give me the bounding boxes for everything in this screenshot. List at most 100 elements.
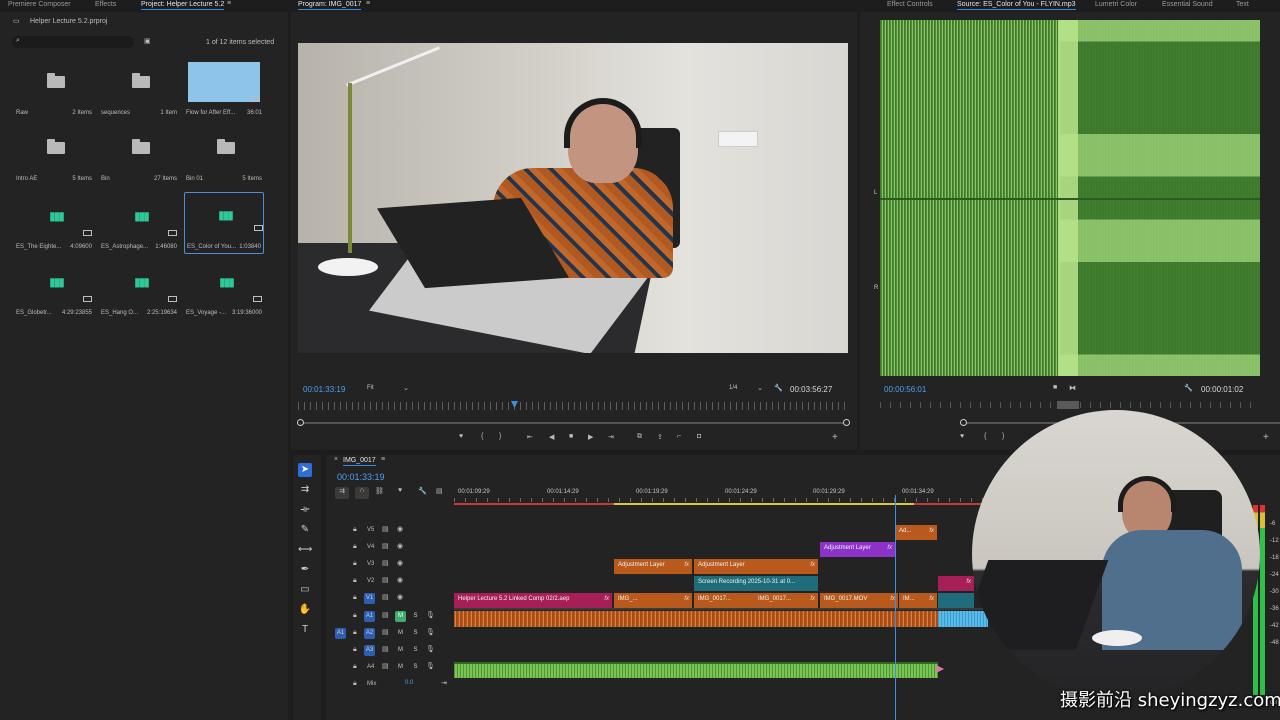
solo-button[interactable]: S [410, 628, 421, 639]
clip-v1-teal[interactable] [938, 593, 974, 608]
lock-icon[interactable]: 🔒︎ [353, 663, 357, 671]
source-timecode[interactable]: 00:00:56:01 [884, 385, 926, 394]
tab-sequence[interactable]: IMG_0017 [343, 457, 376, 466]
go-to-in-icon[interactable]: ⇤ [527, 433, 533, 441]
lock-icon[interactable]: 🔒︎ [353, 543, 357, 551]
sync-lock-icon[interactable]: ▤ [382, 559, 389, 567]
eye-icon[interactable]: ◉ [397, 525, 403, 533]
bin-item-bin[interactable]: Bin 27 Items [101, 126, 177, 190]
lock-icon[interactable]: 🔒︎ [353, 629, 357, 637]
sync-lock-icon[interactable]: ▤ [382, 525, 389, 533]
bin-item-raw[interactable]: Raw 2 Items [16, 60, 92, 124]
panel-menu-icon[interactable]: ≡ [227, 0, 231, 7]
sync-lock-icon[interactable]: ▤ [382, 542, 389, 550]
tab-source[interactable]: Source: ES_Color of You - FLYIN.mp3 [957, 1, 1076, 10]
clip-v3-adjustment-2[interactable]: Adjustment Layer fx [694, 559, 818, 574]
pen-tool-icon[interactable]: ✒ [298, 563, 312, 577]
close-icon[interactable]: × [334, 456, 338, 463]
timeline-timecode[interactable]: 00:01:33:19 [337, 472, 385, 482]
clip-v1-img-1[interactable]: IMG_... fx [614, 593, 692, 608]
clip-a4-music[interactable] [454, 662, 938, 678]
add-marker-icon[interactable]: ♥ [459, 433, 463, 440]
eye-icon[interactable]: ◉ [397, 559, 403, 567]
add-button-icon[interactable]: + [832, 432, 838, 443]
bin-item-sequences[interactable]: sequences 1 Item [101, 60, 177, 124]
new-bin-icon[interactable]: ▣ [144, 37, 151, 45]
clip-v1-img-mov[interactable]: IMG_0017.MOV fx [820, 593, 898, 608]
clip-v1-img-3[interactable]: IMG_0017... fx [754, 593, 818, 608]
bin-item-bin-01[interactable]: Bin 01 5 Items [186, 126, 262, 190]
clip-v1-img-2[interactable]: IMG_0017... [694, 593, 754, 608]
lock-icon[interactable]: 🔒︎ [353, 646, 357, 654]
tab-essential-sound[interactable]: Essential Sound [1162, 1, 1213, 8]
clip-v2-screen-recording[interactable]: Screen Recording 2025-10-31 at 0... [694, 576, 818, 591]
panel-menu-icon[interactable]: ≡ [366, 0, 370, 7]
insert-icon[interactable]: ⧉ [637, 433, 642, 441]
clip-v1-linked-comp[interactable]: Helper Lecture 5.2 Linked Comp 02/2.aep f… [454, 593, 612, 608]
search-input[interactable]: ⌕ [12, 36, 134, 48]
lock-icon[interactable]: 🔒︎ [353, 560, 357, 568]
track-select-icon[interactable]: ⇉ [298, 483, 312, 497]
mix-volume-value[interactable]: 0.0 [405, 680, 413, 686]
program-mini-ruler[interactable] [298, 402, 848, 410]
mute-button[interactable]: M [395, 662, 406, 673]
tab-project[interactable]: Project: Helper Lecture 5.2 [141, 1, 225, 10]
mute-button[interactable]: M [395, 611, 406, 622]
extract-icon[interactable]: ⌐ [677, 433, 681, 440]
bin-item-audio-color-of-you[interactable]: ▮▮▮ ES_Color of You... 1:03840 [184, 192, 264, 254]
timeline-playhead[interactable] [895, 495, 896, 720]
bin-item-intro-ae[interactable]: Intro AE 5 Items [16, 126, 92, 190]
source-waveform[interactable] [880, 20, 1260, 376]
clip-v4-adjustment[interactable]: Adjustment Layer fx [820, 542, 895, 557]
program-zoom-bar[interactable] [297, 419, 850, 426]
microphone-icon[interactable]: 🎙︎ [426, 662, 435, 670]
bin-item-audio-astrophage[interactable]: ▮▮▮ ES_Astrophage... 1:46080 [101, 194, 177, 258]
clip-v1-img-4[interactable]: IM... fx [899, 593, 937, 608]
panel-menu-icon[interactable]: ≡ [381, 456, 385, 463]
timeline-settings-icon[interactable]: 🔧 [418, 487, 427, 495]
resolution-dropdown[interactable]: 1/4 ⌄ [729, 384, 765, 394]
bin-item-audio-voyage[interactable]: ▮▮▮ ES_Voyage -... 3:19:36000 [186, 260, 262, 324]
zoom-handle-left[interactable] [960, 419, 967, 426]
bin-item-flow[interactable]: Flow for After Eff... 36:01 [186, 60, 262, 124]
stop-icon[interactable]: ■ [569, 433, 573, 440]
lift-icon[interactable]: ⇪ [657, 433, 663, 441]
tab-program[interactable]: Program: IMG_0017 [298, 1, 362, 10]
microphone-icon[interactable]: 🎙︎ [426, 628, 435, 636]
clip-v3-adjustment-1[interactable]: Adjustment Layer fx [614, 559, 692, 574]
mark-in-icon[interactable]: { [984, 433, 986, 440]
add-button-icon[interactable]: + [1263, 432, 1269, 443]
add-marker-icon[interactable]: ♥ [398, 487, 402, 494]
source-patch-a1[interactable]: A1 [335, 628, 346, 639]
selection-tool-icon[interactable]: ➤ [298, 463, 312, 477]
settings-wrench-icon[interactable]: 🔧 [1184, 384, 1193, 392]
bin-item-audio-eighte[interactable]: ▮▮▮ ES_The Eighte... 4:09600 [16, 194, 92, 258]
eye-icon[interactable]: ◉ [397, 593, 403, 601]
go-to-out-icon[interactable]: ⇥ [608, 433, 614, 441]
solo-button[interactable]: S [410, 645, 421, 656]
tab-premiere-composer[interactable]: Premiere Composer [8, 1, 71, 8]
lock-icon[interactable]: 🔒︎ [353, 612, 357, 620]
settings-wrench-icon[interactable]: 🔧 [774, 384, 783, 392]
program-video-frame[interactable] [298, 43, 848, 353]
track-target-a1[interactable]: A1 [364, 611, 375, 622]
track-target-a2[interactable]: A2 [364, 628, 375, 639]
snap-icon[interactable]: ∩ [355, 487, 369, 499]
mute-button[interactable]: M [395, 628, 406, 639]
track-target-a3[interactable]: A3 [364, 645, 375, 656]
sync-lock-icon[interactable]: ▤ [382, 662, 389, 670]
zoom-handle-left[interactable] [297, 419, 304, 426]
linked-selection-icon[interactable]: ⛓ [375, 487, 384, 495]
step-back-icon[interactable]: ◀ [549, 433, 554, 441]
fit-dropdown[interactable]: Fit ⌄ [367, 384, 411, 394]
microphone-icon[interactable]: 🎙︎ [426, 611, 435, 619]
mute-button[interactable]: M [395, 645, 406, 656]
razor-tool-icon[interactable]: ✎ [298, 523, 312, 537]
tab-effect-controls[interactable]: Effect Controls [887, 1, 933, 8]
hand-tool-icon[interactable]: ✋ [298, 603, 312, 617]
export-frame-icon[interactable]: ◘ [697, 433, 701, 440]
mark-out-icon[interactable]: } [1002, 433, 1004, 440]
eye-icon[interactable]: ◉ [397, 542, 403, 550]
audio-fade-handle[interactable] [936, 665, 944, 673]
bin-item-audio-hang[interactable]: ▮▮▮ ES_Hang O... 2:25:19634 [101, 260, 177, 324]
